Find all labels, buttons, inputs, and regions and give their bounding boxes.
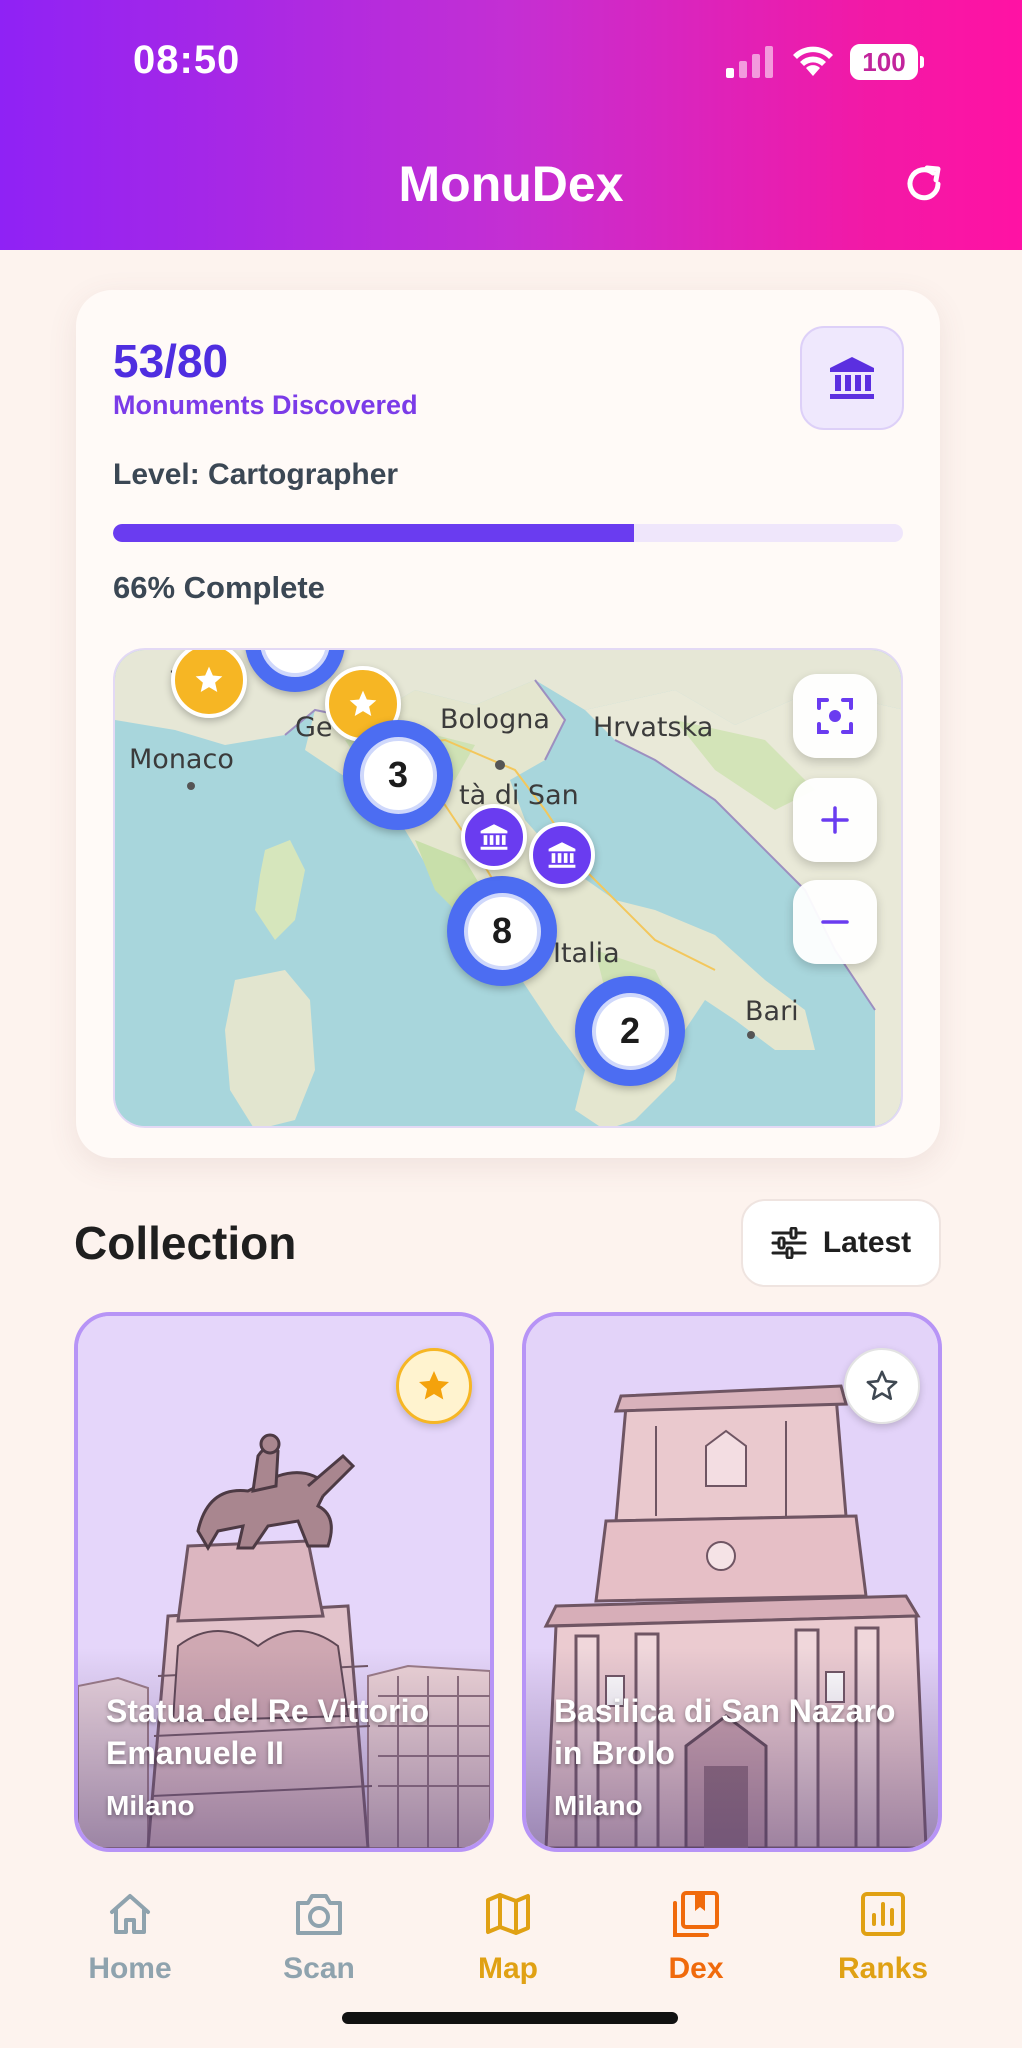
app-title: MonuDex [398,156,624,212]
map-cluster-count: 2 [591,992,669,1070]
chart-icon [861,1892,905,1936]
sort-button[interactable]: Latest [741,1199,941,1287]
map-cluster[interactable]: 2 [575,976,685,1086]
map-label-hrvatska: Hrvatska [593,712,714,743]
monument-card[interactable]: Basilica di San Nazaro in Brolo Milano [522,1312,942,1852]
monument-icon [548,842,576,868]
refresh-icon[interactable] [900,160,948,208]
monument-name: Basilica di San Nazaro in Brolo [554,1693,896,1771]
star-icon [349,690,377,716]
favorite-toggle[interactable] [844,1348,920,1424]
level-label: Level: Cartographer [113,458,399,491]
map-label-bologna: Bologna [440,704,550,735]
map-cluster-count: 8 [463,892,541,970]
nav-dex-label: Dex [668,1952,724,1985]
favorite-toggle[interactable] [396,1348,472,1424]
map-cluster[interactable]: 8 [447,876,557,986]
progress-card: 53/80 Monuments Discovered Level: Cartog… [76,290,940,1158]
map-label-italia: Italia [553,938,620,969]
nav-ranks[interactable]: Ranks [808,1886,958,1986]
map-pin-monument[interactable] [529,822,595,888]
discovery-map[interactable]: Bologna Hrvatska Monaco Ge Italia Bari t… [113,648,903,1128]
plus-icon [821,806,849,834]
recenter-icon [817,698,853,734]
nav-scan-label: Scan [283,1952,355,1985]
discovered-label: Monuments Discovered [113,390,418,420]
map-cluster-count: 3 [359,736,437,814]
status-bar: 08:50 100 [0,0,1022,110]
progress-percent: 66% Complete [113,570,325,605]
battery-tip [920,56,924,68]
star-filled-icon [419,1371,449,1400]
home-icon [110,1894,150,1934]
collection-title: Collection [74,1217,297,1269]
map-icon [486,1893,530,1935]
dex-icon [673,1891,719,1937]
map-pin-monument[interactable] [461,804,527,870]
status-time: 08:50 [133,38,241,82]
nav-home-label: Home [88,1952,172,1985]
map-label-bari: Bari [745,996,799,1027]
monument-city: Milano [554,1790,643,1821]
map-cluster[interactable]: 3 [343,720,453,830]
nav-ranks-label: Ranks [837,1952,929,1985]
signal-icon [726,46,773,78]
nav-map[interactable]: Map [433,1886,583,1986]
camera-icon [296,1894,342,1935]
map-zoom-out-button[interactable] [793,880,877,964]
monument-card[interactable]: Statua del Re Vittorio Emanuele II Milan… [74,1312,494,1852]
nav-dex[interactable]: Dex [621,1886,771,1986]
star-icon [195,666,223,692]
nav-map-label: Map [478,1952,538,1985]
sort-label: Latest [822,1226,912,1259]
monument-city: Milano [106,1790,195,1821]
battery-indicator: 100 [850,44,918,80]
progress-bar [113,524,903,542]
map-label-monaco: Monaco [129,744,234,775]
monument-name: Statua del Re Vittorio Emanuele II [106,1693,430,1771]
progress-bar-fill [113,524,635,542]
monument-icon [480,824,508,850]
minus-icon [821,920,849,924]
star-outline-icon [866,1370,898,1401]
monument-icon [830,357,874,399]
nav-scan[interactable]: Scan [244,1886,394,1986]
wifi-icon [793,46,833,76]
map-zoom-in-button[interactable] [793,778,877,862]
monuments-button[interactable] [800,326,904,430]
app-header: 08:50 100 MonuDex [0,0,1022,250]
home-indicator [342,2012,678,2024]
nav-home[interactable]: Home [55,1886,205,1986]
filter-sliders-icon [771,1227,807,1259]
map-recenter-button[interactable] [793,674,877,758]
map-label-citta-di-san: tà di San [459,780,579,811]
discovered-count: 53/80 [113,335,229,387]
